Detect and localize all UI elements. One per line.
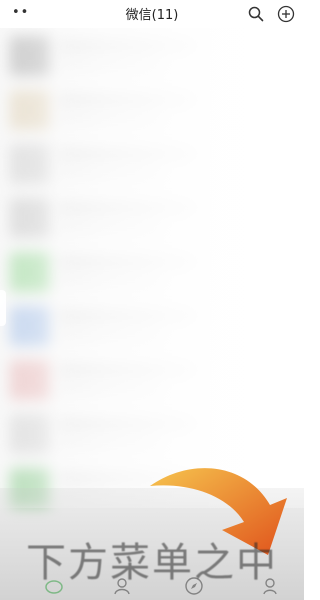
- search-icon[interactable]: [246, 4, 266, 24]
- top-bar: •• 微信(11): [0, 0, 304, 28]
- discover-tab-icon[interactable]: [184, 576, 204, 596]
- contacts-tab-icon[interactable]: [112, 576, 132, 596]
- edge-handle[interactable]: [0, 290, 6, 326]
- me-tab-icon[interactable]: [260, 576, 280, 596]
- chats-tab-icon[interactable]: [44, 576, 64, 596]
- tab-bar: [0, 574, 304, 600]
- white-overlay: [0, 28, 304, 508]
- add-circle-icon[interactable]: [276, 4, 296, 24]
- wechat-screen: •• 微信(11) 下方菜单之中: [0, 0, 304, 600]
